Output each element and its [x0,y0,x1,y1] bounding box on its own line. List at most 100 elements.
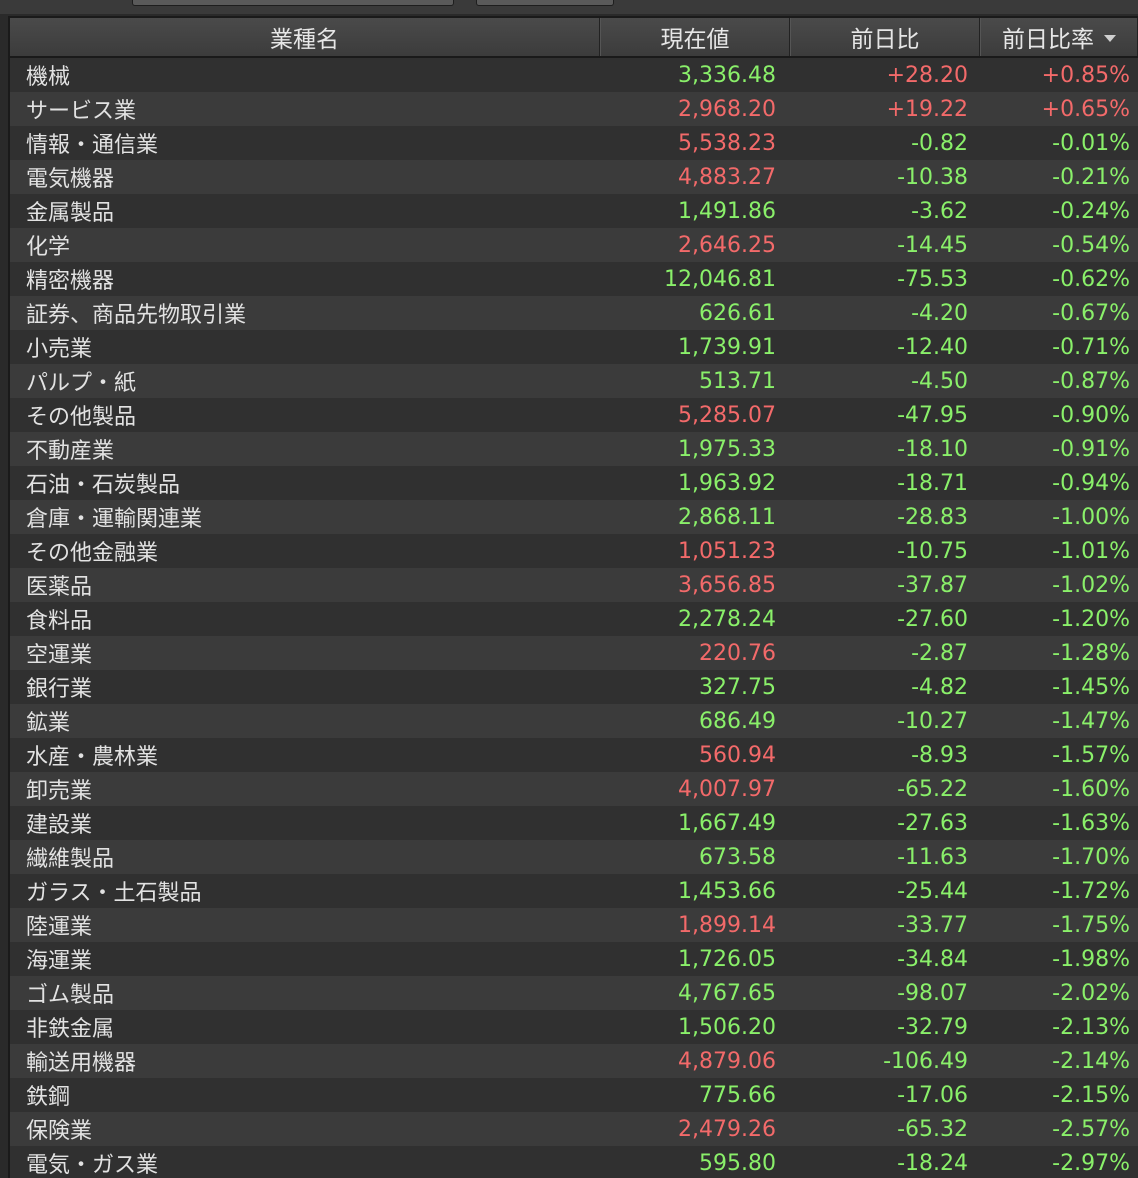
sector-name-cell: その他製品 [26,405,137,430]
table-row[interactable]: 銀行業 327.75 -4.82 -1.45% [10,670,1138,704]
change-cell: -4.82 [911,674,968,700]
table-row[interactable]: 鉱業 686.49 -10.27 -1.47% [10,704,1138,738]
table-row[interactable]: サービス業 2,968.20 +19.22 +0.65% [10,92,1138,126]
table-row[interactable]: 空運業 220.76 -2.87 -1.28% [10,636,1138,670]
sector-name-cell: 情報・通信業 [26,133,159,158]
column-header-change-pct[interactable]: 前日比率 [980,18,1138,56]
change-cell: -65.22 [897,776,968,802]
change-pct-cell: -0.54% [1052,232,1130,258]
change-cell: -3.62 [911,198,968,224]
toolbar-tab-left[interactable] [132,0,454,6]
change-cell: -27.60 [897,606,968,632]
sector-name-cell: 電気機器 [26,167,115,192]
change-cell: -33.77 [897,912,968,938]
price-cell: 595.80 [699,1150,776,1176]
price-cell: 686.49 [699,708,776,734]
price-cell: 1,051.23 [678,538,776,564]
change-cell: -17.06 [897,1082,968,1108]
column-header-price[interactable]: 現在値 [600,18,790,56]
table-row[interactable]: 非鉄金属 1,506.20 -32.79 -2.13% [10,1010,1138,1044]
change-pct-cell: -1.98% [1052,946,1130,972]
table-row[interactable]: 食料品 2,278.24 -27.60 -1.20% [10,602,1138,636]
change-cell: -10.27 [897,708,968,734]
table-row[interactable]: ゴム製品 4,767.65 -98.07 -2.02% [10,976,1138,1010]
table-row[interactable]: その他金融業 1,051.23 -10.75 -1.01% [10,534,1138,568]
sector-name-cell: その他金融業 [26,541,159,566]
price-cell: 626.61 [699,300,776,326]
table-row[interactable]: 倉庫・運輸関連業 2,868.11 -28.83 -1.00% [10,500,1138,534]
price-cell: 1,667.49 [678,810,776,836]
change-pct-cell: -2.15% [1052,1082,1130,1108]
table-row[interactable]: 建設業 1,667.49 -27.63 -1.63% [10,806,1138,840]
price-cell: 5,538.23 [678,130,776,156]
table-row[interactable]: 証券、商品先物取引業 626.61 -4.20 -0.67% [10,296,1138,330]
price-cell: 2,278.24 [678,606,776,632]
toolbar-tab-right[interactable] [476,0,614,6]
table-row[interactable]: 輸送用機器 4,879.06 -106.49 -2.14% [10,1044,1138,1078]
sector-name-cell: 鉄鋼 [26,1085,71,1110]
sector-table: 業種名 現在値 前日比 前日比率 機械 3,336.48 +28.20 +0.85% サ… [8,16,1138,1178]
sector-name-cell: 化学 [26,235,71,260]
table-row[interactable]: 電気・ガス業 595.80 -18.24 -2.97% [10,1146,1138,1178]
table-row[interactable]: 電気機器 4,883.27 -10.38 -0.21% [10,160,1138,194]
sector-name-cell: 非鉄金属 [26,1017,115,1042]
change-cell: -106.49 [883,1048,968,1074]
table-row[interactable]: 機械 3,336.48 +28.20 +0.85% [10,58,1138,92]
column-header-change[interactable]: 前日比 [790,18,980,56]
change-cell: -10.75 [897,538,968,564]
table-row[interactable]: 繊維製品 673.58 -11.63 -1.70% [10,840,1138,874]
table-row[interactable]: ガラス・土石製品 1,453.66 -25.44 -1.72% [10,874,1138,908]
change-cell: -2.87 [911,640,968,666]
price-cell: 2,646.25 [678,232,776,258]
table-row[interactable]: 水産・農林業 560.94 -8.93 -1.57% [10,738,1138,772]
sector-name-cell: 小売業 [26,337,93,362]
price-cell: 2,968.20 [678,96,776,122]
price-cell: 1,491.86 [678,198,776,224]
table-row[interactable]: 海運業 1,726.05 -34.84 -1.98% [10,942,1138,976]
table-row[interactable]: 精密機器 12,046.81 -75.53 -0.62% [10,262,1138,296]
table-row[interactable]: 小売業 1,739.91 -12.40 -0.71% [10,330,1138,364]
change-pct-cell: -1.47% [1052,708,1130,734]
change-cell: -18.71 [897,470,968,496]
sector-name-cell: 倉庫・運輸関連業 [26,507,203,532]
table-row[interactable]: 医薬品 3,656.85 -37.87 -1.02% [10,568,1138,602]
price-cell: 4,883.27 [678,164,776,190]
table-row[interactable]: その他製品 5,285.07 -47.95 -0.90% [10,398,1138,432]
sector-name-cell: 陸運業 [26,915,93,940]
table-row[interactable]: 陸運業 1,899.14 -33.77 -1.75% [10,908,1138,942]
table-row[interactable]: 不動産業 1,975.33 -18.10 -0.91% [10,432,1138,466]
sector-name-cell: 機械 [26,65,71,90]
table-row[interactable]: 石油・石炭製品 1,963.92 -18.71 -0.94% [10,466,1138,500]
change-cell: -0.82 [911,130,968,156]
sector-name-cell: ガラス・土石製品 [26,881,202,906]
sort-descending-icon[interactable] [1104,34,1116,42]
change-pct-cell: -1.60% [1052,776,1130,802]
table-row[interactable]: 保険業 2,479.26 -65.32 -2.57% [10,1112,1138,1146]
table-row[interactable]: 卸売業 4,007.97 -65.22 -1.60% [10,772,1138,806]
sector-name-cell: 医薬品 [26,575,93,600]
price-cell: 4,007.97 [678,776,776,802]
sector-name-cell: 繊維製品 [26,847,115,872]
change-pct-cell: -0.24% [1052,198,1130,224]
change-pct-cell: -2.13% [1052,1014,1130,1040]
column-header-name[interactable]: 業種名 [10,18,600,56]
change-pct-cell: -1.72% [1052,878,1130,904]
table-row[interactable]: 化学 2,646.25 -14.45 -0.54% [10,228,1138,262]
change-cell: -18.10 [897,436,968,462]
table-row[interactable]: 金属製品 1,491.86 -3.62 -0.24% [10,194,1138,228]
change-cell: -34.84 [897,946,968,972]
price-cell: 2,868.11 [678,504,776,530]
price-cell: 4,767.65 [678,980,776,1006]
change-pct-cell: -0.21% [1052,164,1130,190]
price-cell: 1,739.91 [678,334,776,360]
change-cell: -8.93 [911,742,968,768]
price-cell: 5,285.07 [678,402,776,428]
change-cell: -75.53 [897,266,968,292]
table-row[interactable]: 鉄鋼 775.66 -17.06 -2.15% [10,1078,1138,1112]
change-cell: +19.22 [886,96,968,122]
change-pct-cell: -0.94% [1052,470,1130,496]
table-row[interactable]: 情報・通信業 5,538.23 -0.82 -0.01% [10,126,1138,160]
sector-name-cell: 金属製品 [26,201,115,226]
table-row[interactable]: パルプ・紙 513.71 -4.50 -0.87% [10,364,1138,398]
sector-name-cell: 電気・ガス業 [26,1153,159,1178]
